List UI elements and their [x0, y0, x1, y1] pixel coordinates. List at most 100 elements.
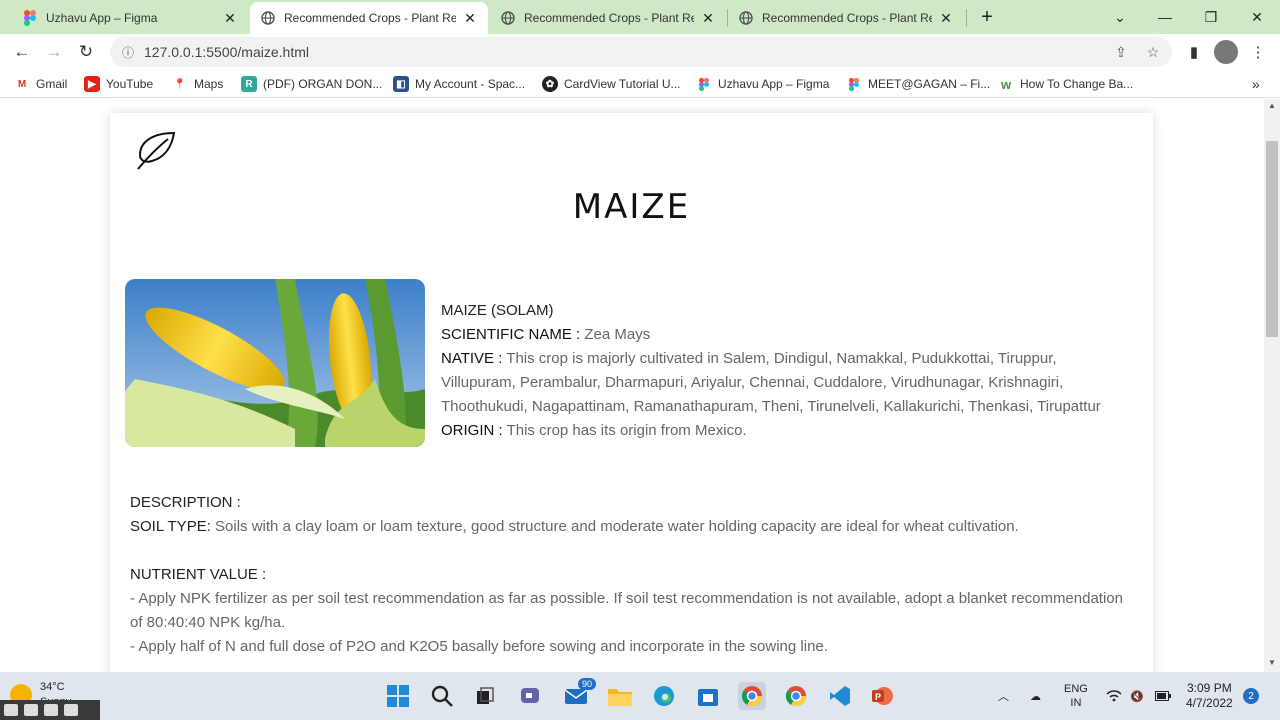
share-icon[interactable]: ⇪ — [1112, 43, 1130, 61]
bookmark-organ-don[interactable]: R (PDF) ORGAN DON... — [241, 75, 382, 93]
native-label: NATIVE : — [441, 350, 503, 367]
tab-title: Uzhavu App – Figma — [46, 11, 158, 25]
tab-title: Recommended Crops - Plant Rec — [762, 11, 932, 25]
close-icon[interactable]: ✕ — [700, 10, 716, 26]
search-icon[interactable] — [428, 682, 456, 710]
task-view-icon[interactable] — [471, 682, 499, 710]
description-section: DESCRIPTION : SOIL TYPE: Soils with a cl… — [130, 491, 1130, 659]
nutrient-label: NUTRIENT VALUE : — [130, 566, 267, 583]
bookmark-meet-gagan[interactable]: MEET@GAGAN – Fi... — [846, 75, 990, 93]
mail-badge: 90 — [577, 678, 596, 690]
tab-title: Recommended Crops - Plant Rec — [524, 11, 694, 25]
scroll-thumb[interactable] — [1266, 141, 1278, 337]
store-icon[interactable] — [694, 682, 722, 710]
clock[interactable]: 3:09 PM 4/7/2022 — [1186, 681, 1233, 711]
bookmark-maps[interactable]: 📍 Maps — [172, 75, 223, 93]
cloud-icon[interactable]: ☁ — [1030, 672, 1041, 720]
globe-icon — [500, 10, 516, 26]
globe-icon — [738, 10, 754, 26]
tab-recommended-crops-active[interactable]: Recommended Crops - Plant Rec ✕ — [250, 2, 488, 34]
menu-icon[interactable]: ⋮ — [1248, 42, 1268, 62]
new-tab-button[interactable]: + — [976, 6, 998, 28]
bookmark-label: How To Change Ba... — [1020, 77, 1134, 91]
reload-button[interactable]: ↻ — [72, 38, 100, 66]
battery-icon[interactable] — [1155, 672, 1171, 720]
windows-start-icon[interactable] — [384, 682, 412, 710]
close-icon[interactable]: ✕ — [938, 10, 954, 26]
bookmark-label: Gmail — [36, 77, 68, 91]
teams-chat-icon[interactable] — [516, 682, 544, 710]
bookmark-cardview[interactable]: ✿ CardView Tutorial U... — [542, 75, 681, 93]
scroll-down-icon[interactable]: ▼ — [1264, 658, 1280, 670]
close-icon[interactable]: ✕ — [462, 10, 478, 26]
tab-figma[interactable]: Uzhavu App – Figma ✕ — [12, 2, 248, 34]
native-row: NATIVE : This crop is majorly cultivated… — [441, 347, 1101, 419]
page-scrollbar[interactable]: ▲ ▼ — [1264, 99, 1280, 672]
star-icon[interactable]: ☆ — [1144, 43, 1162, 61]
native-value: This crop is majorly cultivated in Salem… — [441, 350, 1101, 415]
account-icon: ◧ — [393, 76, 409, 92]
page-viewport: MAIZE MAIZE (SOLAM) SCIENTIFIC NAME: Ze… — [0, 99, 1264, 672]
gallery-icon[interactable] — [44, 704, 58, 716]
avatar[interactable] — [1214, 40, 1238, 64]
chrome-profile-icon[interactable] — [782, 682, 810, 710]
minimize-button[interactable]: — — [1142, 0, 1188, 34]
origin-value: This crop has its origin from Mexico. — [502, 422, 747, 439]
time: 3:09 PM — [1187, 681, 1232, 695]
record-icon[interactable] — [24, 704, 38, 716]
chrome-icon[interactable] — [738, 682, 766, 710]
origin-row: ORIGIN : This crop has its origin from M… — [441, 419, 1101, 443]
capture-toolbar[interactable] — [0, 700, 100, 720]
gmail-icon: M — [14, 76, 30, 92]
bookmark-my-account[interactable]: ◧ My Account - Spac... — [393, 75, 525, 93]
soil-type-label: SOIL TYPE: — [130, 518, 211, 535]
bookmark-gmail[interactable]: M Gmail — [14, 75, 67, 93]
mail-icon[interactable]: 90 — [562, 678, 596, 710]
notification-badge[interactable]: 2 — [1243, 688, 1259, 704]
tab-recommended-crops[interactable]: Recommended Crops - Plant Rec ✕ — [728, 2, 964, 34]
cardview-icon: ✿ — [542, 76, 558, 92]
close-icon[interactable]: ✕ — [222, 10, 238, 26]
restore-button[interactable]: ❐ — [1188, 0, 1234, 34]
side-panel-icon[interactable]: ▮ — [1184, 42, 1204, 62]
tab-title: Recommended Crops - Plant Rec — [284, 11, 456, 25]
lang-primary: ENG — [1064, 683, 1088, 695]
info-icon[interactable]: ⓘ — [114, 44, 142, 61]
tab-strip: Uzhavu App – Figma ✕ Recommended Crops -… — [0, 0, 1280, 34]
bookmark-youtube[interactable]: ▶ YouTube — [84, 75, 153, 93]
close-window-button[interactable]: ✕ — [1234, 0, 1280, 34]
date: 4/7/2022 — [1186, 696, 1233, 710]
more-bookmarks-button[interactable]: » — [1252, 75, 1260, 93]
maps-icon: 📍 — [172, 76, 188, 92]
file-explorer-icon[interactable] — [606, 682, 634, 710]
figma-icon — [696, 76, 712, 92]
researchgate-icon: R — [241, 76, 257, 92]
settings-icon[interactable] — [64, 704, 78, 716]
back-button[interactable]: ← — [8, 38, 36, 66]
language-indicator[interactable]: ENG IN — [1064, 672, 1088, 720]
crop-name: MAIZE (SOLAM) — [441, 302, 554, 319]
bookmark-how-to-change[interactable]: w How To Change Ba... — [998, 75, 1133, 93]
tab-search-button[interactable]: ⌄ — [1097, 0, 1143, 34]
vscode-icon[interactable] — [826, 682, 854, 710]
tab-recommended-crops[interactable]: Recommended Crops - Plant Rec ✕ — [490, 2, 726, 34]
volume-muted-icon[interactable]: 🔇 — [1130, 672, 1144, 720]
scroll-up-icon[interactable]: ▲ — [1264, 101, 1280, 113]
w-icon: w — [1000, 76, 1012, 92]
url-text[interactable]: 127.0.0.1:5500/maize.html — [144, 44, 309, 60]
globe-icon — [260, 10, 276, 26]
edge-icon[interactable] — [650, 682, 678, 710]
wifi-icon[interactable] — [1106, 672, 1122, 720]
crop-info: MAIZE (SOLAM) SCIENTIFIC NAME : Zea Mays… — [441, 299, 1101, 443]
powerpoint-icon[interactable]: P — [868, 682, 896, 710]
forward-button[interactable]: → — [40, 38, 68, 66]
nutrient-item: - Apply NPK fertilizer as per soil test … — [130, 590, 1123, 631]
camera-icon[interactable] — [4, 704, 18, 716]
origin-label: ORIGIN : — [441, 422, 503, 439]
bookmark-uzhavu-figma[interactable]: Uzhavu App – Figma — [696, 75, 829, 93]
bookmark-label: Uzhavu App – Figma — [718, 77, 830, 91]
address-bar[interactable]: ⓘ 127.0.0.1:5500/maize.html ⇪ ☆ — [110, 37, 1172, 67]
leaf-icon — [137, 131, 176, 170]
show-hidden-icons[interactable]: ︿ — [998, 672, 1009, 720]
